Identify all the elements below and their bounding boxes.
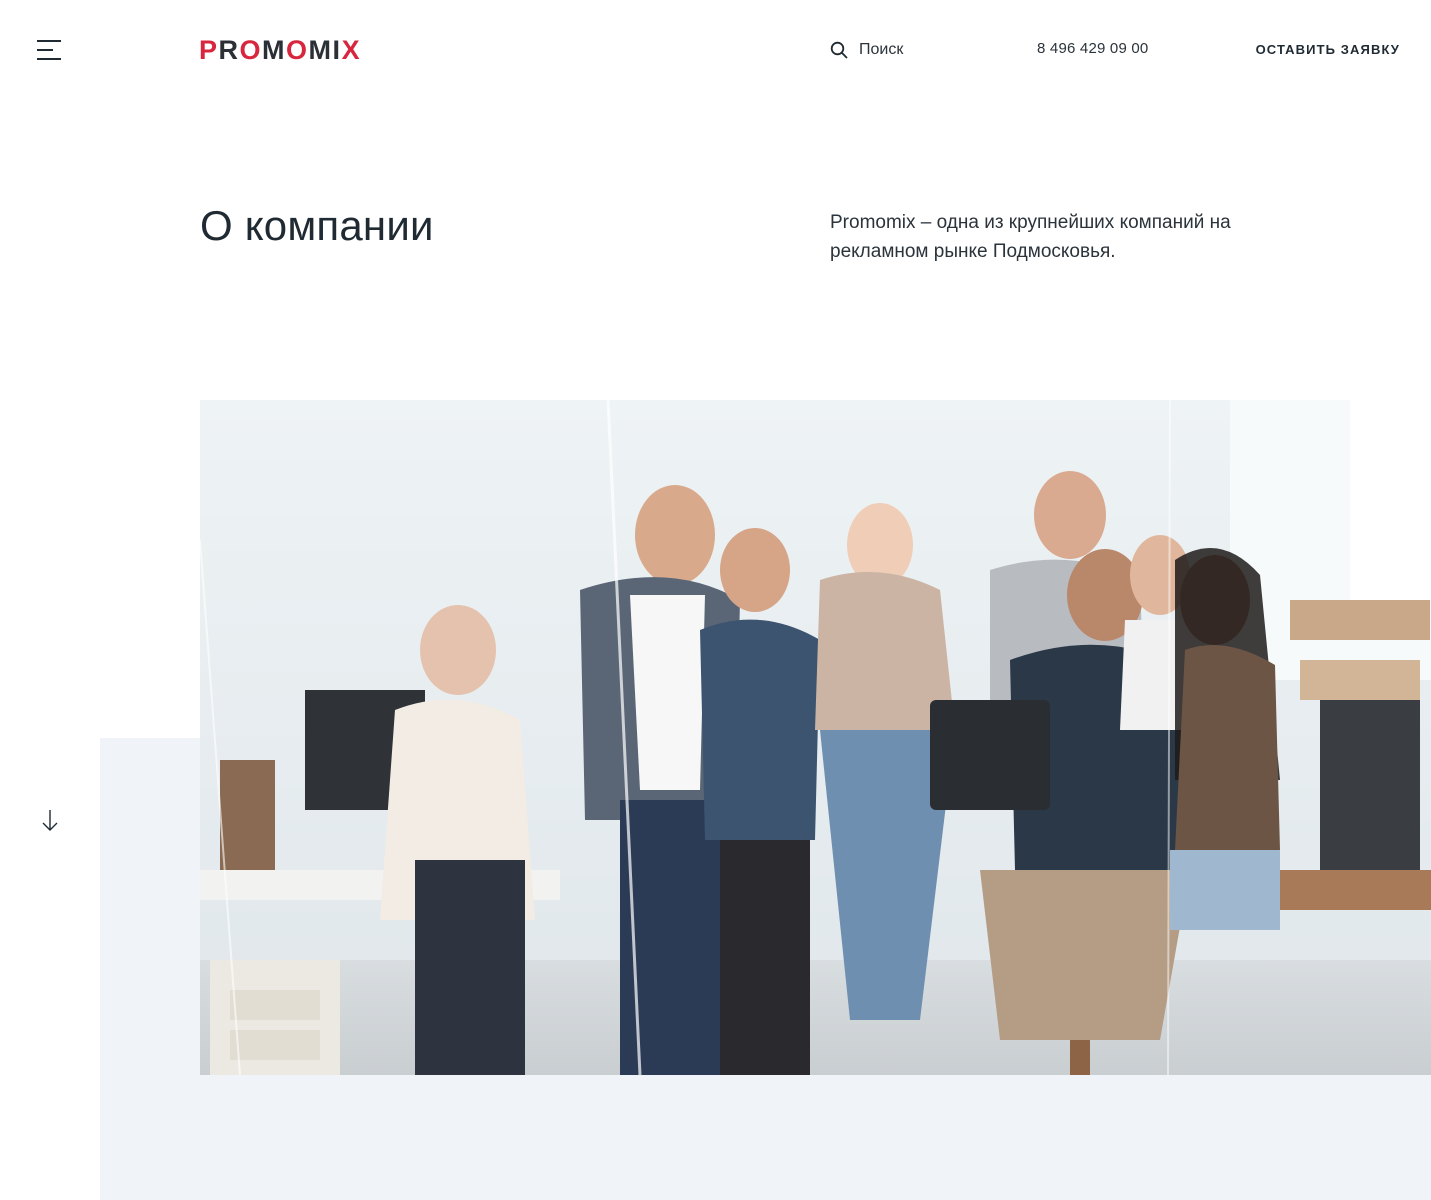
search-label: Поиск (859, 41, 904, 58)
intro-text: Promomix – одна из крупнейших компаний н… (830, 212, 1231, 262)
arrow-down-icon[interactable] (40, 808, 60, 834)
team-photo (200, 400, 1431, 1075)
menu-icon[interactable] (37, 39, 63, 61)
page-title: О компании (200, 202, 434, 249)
request-button[interactable]: ОСТАВИТЬ ЗАЯВКУ (1256, 42, 1400, 57)
phone-link[interactable]: 8 496 429 09 00 (1037, 40, 1148, 57)
search-button[interactable]: Поиск (830, 38, 903, 62)
page: PROMOMIX Поиск 8 496 429 09 00 ОСТАВИТЬ … (0, 0, 1431, 1200)
search-icon (830, 41, 848, 59)
logo[interactable]: PROMOMIX (199, 36, 361, 64)
